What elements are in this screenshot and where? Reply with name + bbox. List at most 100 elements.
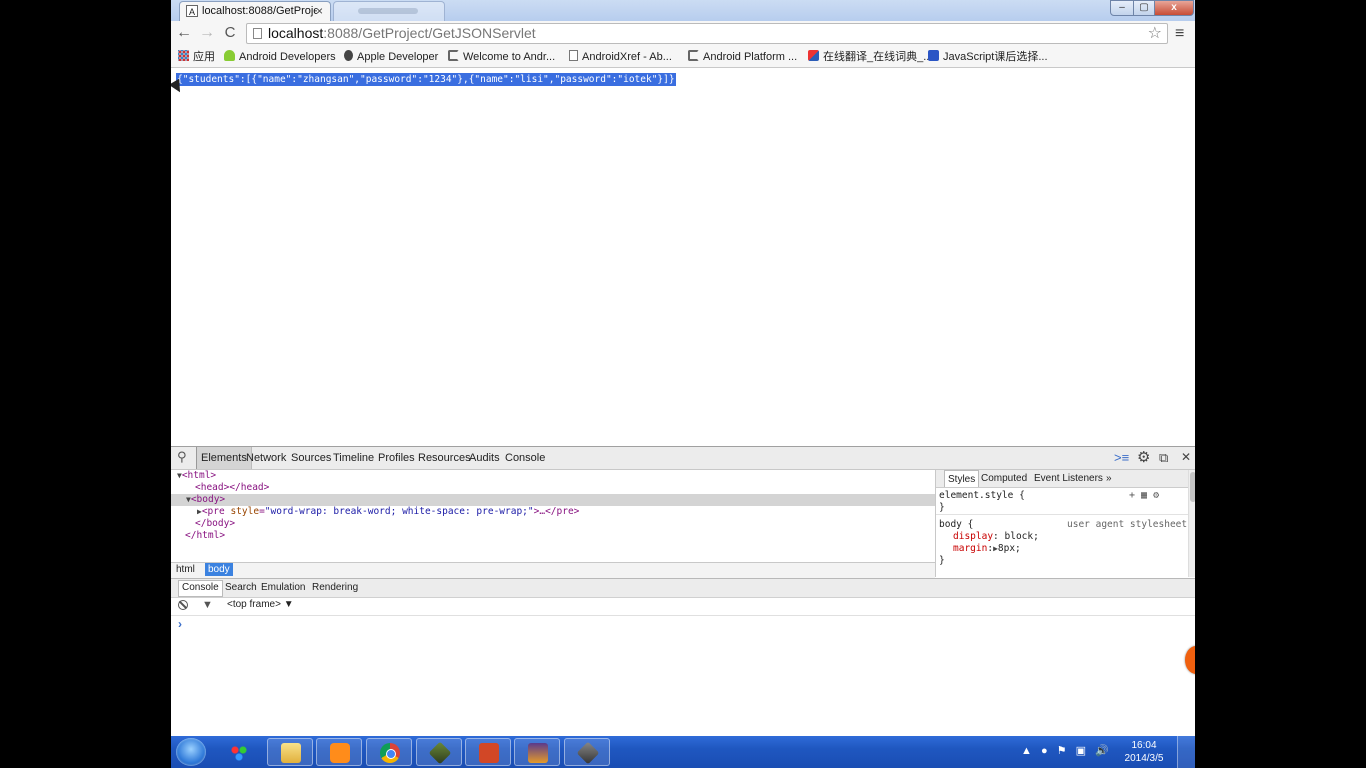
tab-active[interactable]: A localhost:8088/GetProje ×	[179, 1, 331, 21]
system-tray: ▲ ● ⚑ ▣ 🔊	[1021, 744, 1115, 757]
frame-select[interactable]: <top frame> ▼	[227, 599, 294, 610]
bookmark-fanyi[interactable]: 在线翻译_在线词典_...	[808, 49, 932, 65]
maximize-button[interactable]: ▢	[1133, 0, 1155, 16]
bookmark-label: JavaScript课后选择...	[943, 51, 1048, 63]
reload-button[interactable]: C	[220, 24, 240, 44]
tab-timeline[interactable]: Timeline	[333, 447, 374, 469]
json-response[interactable]: {"students":[{"name":"zhangsan","passwor…	[176, 73, 676, 86]
dom-node-body-close: </body>	[195, 518, 236, 529]
tab-event-listeners[interactable]: Event Listeners	[1034, 470, 1103, 487]
scrollbar[interactable]	[1188, 470, 1195, 577]
fanyi-icon	[808, 50, 819, 61]
breadcrumb-body[interactable]: body	[205, 563, 233, 576]
css-property-display[interactable]: display: block;	[939, 531, 1195, 543]
close-window-button[interactable]: x	[1154, 0, 1194, 16]
taskbar-chrome[interactable]	[366, 738, 412, 766]
tab-sources[interactable]: Sources	[291, 447, 331, 469]
bookmark-apps[interactable]: 应用	[178, 49, 215, 65]
tab-resources[interactable]: Resources	[418, 447, 471, 469]
eclipse-icon	[528, 743, 548, 763]
tab-console[interactable]: Console	[505, 447, 545, 469]
tab-audits[interactable]: Audits	[469, 447, 500, 469]
more-tabs-icon[interactable]: »	[1106, 470, 1112, 487]
drawer-tab-rendering[interactable]: Rendering	[312, 581, 358, 595]
taskbar-explorer[interactable]	[267, 738, 313, 766]
network-icon[interactable]: ●	[1041, 745, 1048, 757]
back-button[interactable]: ←	[174, 24, 194, 44]
folder-icon	[281, 743, 301, 763]
drawer-tab-search[interactable]: Search	[225, 581, 257, 595]
media-icon	[330, 743, 350, 763]
chrome-menu-icon[interactable]: ≡	[1175, 25, 1184, 43]
rule-close: }	[939, 502, 945, 513]
volume-icon[interactable]: 🔊	[1095, 744, 1109, 757]
powerpoint-icon	[479, 743, 499, 763]
taskbar: ▲ ● ⚑ ▣ 🔊 16:04 2014/3/5	[171, 736, 1195, 768]
start-button[interactable]	[176, 738, 206, 766]
clock[interactable]: 16:04 2014/3/5	[1119, 739, 1169, 765]
clear-console-icon[interactable]	[178, 600, 188, 610]
tab-inactive[interactable]	[333, 1, 445, 21]
baidu-icon	[928, 50, 939, 61]
tab-elements[interactable]: Elements	[196, 447, 252, 469]
taskbar-media-player[interactable]	[316, 738, 362, 766]
bookmark-androidxref[interactable]: AndroidXref - Ab...	[569, 49, 672, 65]
element-style-rule[interactable]: element.style {+ ▦ ⚙	[939, 490, 1186, 502]
tab-network[interactable]: Network	[246, 447, 286, 469]
filter-icon[interactable]: ▼	[202, 599, 213, 611]
taskbar-ime[interactable]	[216, 738, 262, 766]
tab-styles[interactable]: Styles	[944, 470, 980, 487]
taskbar-android-sdk[interactable]	[416, 738, 462, 766]
close-tab-icon[interactable]: ×	[316, 2, 323, 20]
dom-node-head[interactable]: <head></head>	[171, 482, 959, 494]
gear-icon[interactable]: ⚙	[1137, 448, 1150, 466]
taskbar-eclipse[interactable]	[514, 738, 560, 766]
minimize-button[interactable]: –	[1110, 0, 1134, 16]
console-prompt[interactable]: ›	[178, 617, 182, 631]
drawer-tab-emulation[interactable]: Emulation	[261, 581, 305, 595]
dom-node-pre[interactable]: ▶<pre style="word-wrap: break-word; whit…	[171, 506, 961, 518]
forward-button[interactable]: →	[197, 24, 217, 44]
breadcrumb-html[interactable]: html	[176, 564, 195, 575]
show-drawer-icon[interactable]: >≡	[1114, 450, 1129, 465]
body-rule[interactable]: body {user agent stylesheet	[939, 519, 1187, 531]
new-rule-icon[interactable]: + ▦ ⚙	[1129, 490, 1159, 502]
window-titlebar: A localhost:8088/GetProje × – ▢ x	[171, 0, 1195, 21]
url-text[interactable]: localhost:8088/GetProject/GetJSONServlet	[268, 24, 536, 43]
dom-node-html[interactable]: ▼<html>	[171, 470, 941, 482]
bookmark-android-platform[interactable]: Android Platform ...	[688, 49, 797, 65]
chrome-icon	[380, 743, 400, 763]
show-hidden-icons[interactable]: ▲	[1021, 745, 1032, 757]
bookmark-label: Android Developers	[239, 51, 336, 63]
scrollbar-thumb[interactable]	[1190, 472, 1195, 502]
floating-orange-button[interactable]	[1185, 646, 1195, 674]
address-bar[interactable]: localhost:8088/GetProject/GetJSONServlet…	[246, 23, 1168, 44]
apple-icon	[344, 50, 353, 61]
show-desktop-button[interactable]	[1177, 736, 1195, 768]
drawer-tab-console[interactable]: Console	[178, 580, 223, 597]
display-icon[interactable]: ▣	[1076, 744, 1086, 757]
taskbar-tool[interactable]	[564, 738, 610, 766]
dock-icon[interactable]: ⧉	[1159, 450, 1168, 466]
bookmark-android-developers[interactable]: Android Developers	[224, 49, 336, 65]
ime-icon	[229, 742, 249, 762]
android-icon	[224, 50, 235, 61]
bookmark-welcome-android[interactable]: Welcome to Andr...	[448, 49, 555, 65]
tab-computed[interactable]: Computed	[981, 470, 1027, 487]
taskbar-powerpoint[interactable]	[465, 738, 511, 766]
flag-icon[interactable]: ⚑	[1057, 744, 1067, 757]
bookmark-javascript[interactable]: JavaScript课后选择...	[928, 49, 1048, 65]
tab-profiles[interactable]: Profiles	[378, 447, 415, 469]
css-property-margin[interactable]: margin:▶8px;	[939, 543, 1195, 555]
bookmark-star-icon[interactable]: ☆	[1148, 24, 1162, 43]
close-icon[interactable]: ✕	[1181, 450, 1191, 464]
page-icon	[448, 50, 459, 61]
console-toolbar: ▼ <top frame> ▼	[171, 597, 1195, 616]
bookmark-apple-developer[interactable]: Apple Developer	[344, 49, 438, 65]
clock-time: 16:04	[1131, 740, 1157, 751]
bookmark-label: 应用	[193, 51, 215, 63]
styles-tabbar: Styles Computed Event Listeners »	[936, 470, 1188, 488]
bookmarks-bar: 应用 Android Developers Apple Developer We…	[171, 46, 1195, 68]
search-icon[interactable]: ⚲	[177, 449, 187, 465]
dom-node-body[interactable]: ▼<body>	[171, 494, 950, 506]
